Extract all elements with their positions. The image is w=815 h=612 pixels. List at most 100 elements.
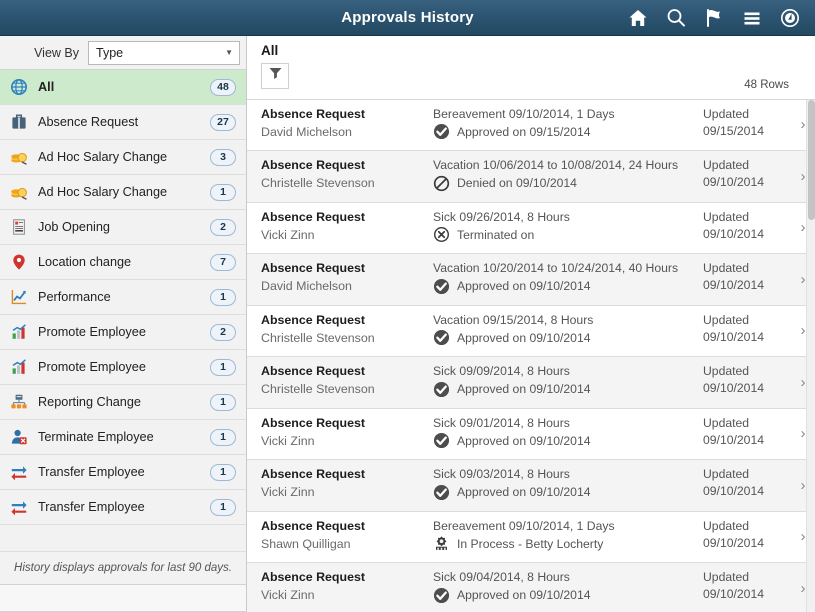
row-updated-date: 09/10/2014	[703, 380, 791, 397]
sidebar-item-label: Transfer Employee	[29, 500, 210, 514]
document-icon	[9, 218, 29, 236]
navbar-compass-icon[interactable]	[779, 7, 801, 29]
sidebar-item-promote-employee[interactable]: Promote Employee2	[0, 315, 246, 350]
row-updated-cell: Updated09/10/2014	[703, 512, 791, 563]
row-type: Absence Request	[261, 363, 433, 380]
sidebar-item-reporting-change[interactable]: Reporting Change1	[0, 385, 246, 420]
row-person: Christelle Stevenson	[261, 329, 433, 347]
row-person: Vicki Zinn	[261, 432, 433, 450]
rows-count: 48 Rows	[744, 79, 789, 91]
sidebar-item-label: Performance	[29, 290, 210, 304]
flag-icon[interactable]	[703, 7, 725, 29]
table-row[interactable]: Absence RequestChristelle StevensonVacat…	[247, 151, 815, 203]
table-row[interactable]: Absence RequestShawn QuilliganBereavemen…	[247, 512, 815, 564]
row-detail-cell: Bereavement 09/10/2014, 1 DaysIn Process…	[433, 512, 703, 563]
row-status-line: Approved on 09/10/2014	[433, 483, 703, 501]
sidebar-item-count: 27	[210, 114, 236, 131]
row-detail: Vacation 09/15/2014, 8 Hours	[433, 312, 703, 329]
sidebar-item-absence-request[interactable]: Absence Request27	[0, 105, 246, 140]
sidebar-item-location-change[interactable]: Location change7	[0, 245, 246, 280]
sidebar-item-label: Promote Employee	[29, 360, 210, 374]
sidebar-item-count: 48	[210, 79, 236, 96]
sidebar-item-count: 1	[210, 289, 236, 306]
sidebar-item-count: 2	[210, 324, 236, 341]
approved-check-icon	[433, 381, 450, 398]
filter-funnel-icon	[268, 66, 283, 86]
view-by-select[interactable]: Type ▼	[88, 41, 240, 65]
row-updated-date: 09/10/2014	[703, 535, 791, 552]
row-status-line: In Process - Betty Locherty	[433, 535, 703, 553]
table-row[interactable]: Absence RequestVicki ZinnSick 09/01/2014…	[247, 409, 815, 461]
row-updated-cell: Updated09/10/2014	[703, 409, 791, 460]
table-row[interactable]: Absence RequestDavid MichelsonVacation 1…	[247, 254, 815, 306]
globe-icon	[9, 78, 29, 96]
in-process-icon	[433, 535, 450, 552]
row-status: Approved on 09/15/2014	[457, 123, 591, 141]
row-updated-date: 09/10/2014	[703, 174, 791, 191]
row-updated-cell: Updated09/10/2014	[703, 203, 791, 254]
row-updated-date: 09/10/2014	[703, 329, 791, 346]
row-updated-cell: Updated09/10/2014	[703, 306, 791, 357]
row-detail-cell: Vacation 10/20/2014 to 10/24/2014, 40 Ho…	[433, 254, 703, 305]
row-detail: Vacation 10/20/2014 to 10/24/2014, 40 Ho…	[433, 260, 703, 277]
row-detail-cell: Sick 09/09/2014, 8 HoursApproved on 09/1…	[433, 357, 703, 408]
coins-icon	[9, 148, 29, 166]
sidebar-item-ad-hoc-salary-change[interactable]: Ad Hoc Salary Change1	[0, 175, 246, 210]
header-icon-group	[627, 7, 815, 29]
sidebar-item-promote-employee[interactable]: Promote Employee1	[0, 350, 246, 385]
home-icon[interactable]	[627, 7, 649, 29]
table-row[interactable]: Absence RequestDavid MichelsonBereavemen…	[247, 100, 815, 152]
approved-check-icon	[433, 484, 450, 501]
row-updated-label: Updated	[703, 569, 791, 586]
sidebar-item-transfer-employee[interactable]: Transfer Employee1	[0, 490, 246, 525]
chevron-right-icon: ›	[801, 168, 806, 185]
row-updated-date: 09/10/2014	[703, 586, 791, 603]
sidebar-item-performance[interactable]: Performance1	[0, 280, 246, 315]
main-content: All 48 Rows Absence RequestDavid Michels…	[247, 36, 815, 612]
filter-button[interactable]	[261, 63, 289, 89]
sidebar-item-job-opening[interactable]: Job Opening2	[0, 210, 246, 245]
table-row[interactable]: Absence RequestVicki ZinnSick 09/26/2014…	[247, 203, 815, 255]
table-row[interactable]: Absence RequestVicki ZinnSick 09/03/2014…	[247, 460, 815, 512]
sidebar-item-count: 1	[210, 429, 236, 446]
row-detail: Bereavement 09/10/2014, 1 Days	[433, 518, 703, 535]
row-status: Approved on 09/10/2014	[457, 432, 591, 450]
row-person: Shawn Quilligan	[261, 535, 433, 553]
row-updated-cell: Updated09/10/2014	[703, 460, 791, 511]
row-updated-cell: Updated09/10/2014	[703, 357, 791, 408]
hamburger-menu-icon[interactable]	[741, 7, 763, 29]
vertical-scrollbar[interactable]	[806, 100, 815, 612]
row-updated-date: 09/10/2014	[703, 277, 791, 294]
row-status-line: Approved on 09/10/2014	[433, 380, 703, 398]
sidebar-item-label: Transfer Employee	[29, 465, 210, 479]
row-detail: Sick 09/03/2014, 8 Hours	[433, 466, 703, 483]
sidebar-item-count: 1	[210, 464, 236, 481]
denied-slash-icon	[433, 175, 450, 192]
row-updated-date: 09/10/2014	[703, 432, 791, 449]
table-row[interactable]: Absence RequestChristelle StevensonVacat…	[247, 306, 815, 358]
scrollbar-thumb[interactable]	[808, 100, 815, 220]
sidebar-item-transfer-employee[interactable]: Transfer Employee1	[0, 455, 246, 490]
row-person: Christelle Stevenson	[261, 380, 433, 398]
row-updated-label: Updated	[703, 209, 791, 226]
sidebar-item-ad-hoc-salary-change[interactable]: Ad Hoc Salary Change3	[0, 140, 246, 175]
search-icon[interactable]	[665, 7, 687, 29]
row-type-cell: Absence RequestVicki Zinn	[247, 203, 433, 254]
sidebar-note: History displays approvals for last 90 d…	[0, 551, 246, 585]
table-row[interactable]: Absence RequestVicki ZinnSick 09/04/2014…	[247, 563, 815, 612]
row-person: David Michelson	[261, 123, 433, 141]
row-status-line: Denied on 09/10/2014	[433, 174, 703, 192]
sidebar-item-all[interactable]: All48	[0, 70, 246, 105]
sidebar: View By Type ▼ All48Absence Request27Ad …	[0, 36, 247, 612]
sidebar-item-label: Location change	[29, 255, 210, 269]
sidebar-item-count: 1	[210, 394, 236, 411]
row-updated-cell: Updated09/10/2014	[703, 563, 791, 612]
table-row[interactable]: Absence RequestChristelle StevensonSick …	[247, 357, 815, 409]
view-by-label: View By	[0, 46, 88, 60]
row-status: Approved on 09/10/2014	[457, 329, 591, 347]
view-by-row: View By Type ▼	[0, 36, 246, 70]
sidebar-item-terminate-employee[interactable]: Terminate Employee1	[0, 420, 246, 455]
terminated-x-icon	[433, 226, 450, 243]
sidebar-item-count: 1	[210, 184, 236, 201]
row-updated-label: Updated	[703, 415, 791, 432]
